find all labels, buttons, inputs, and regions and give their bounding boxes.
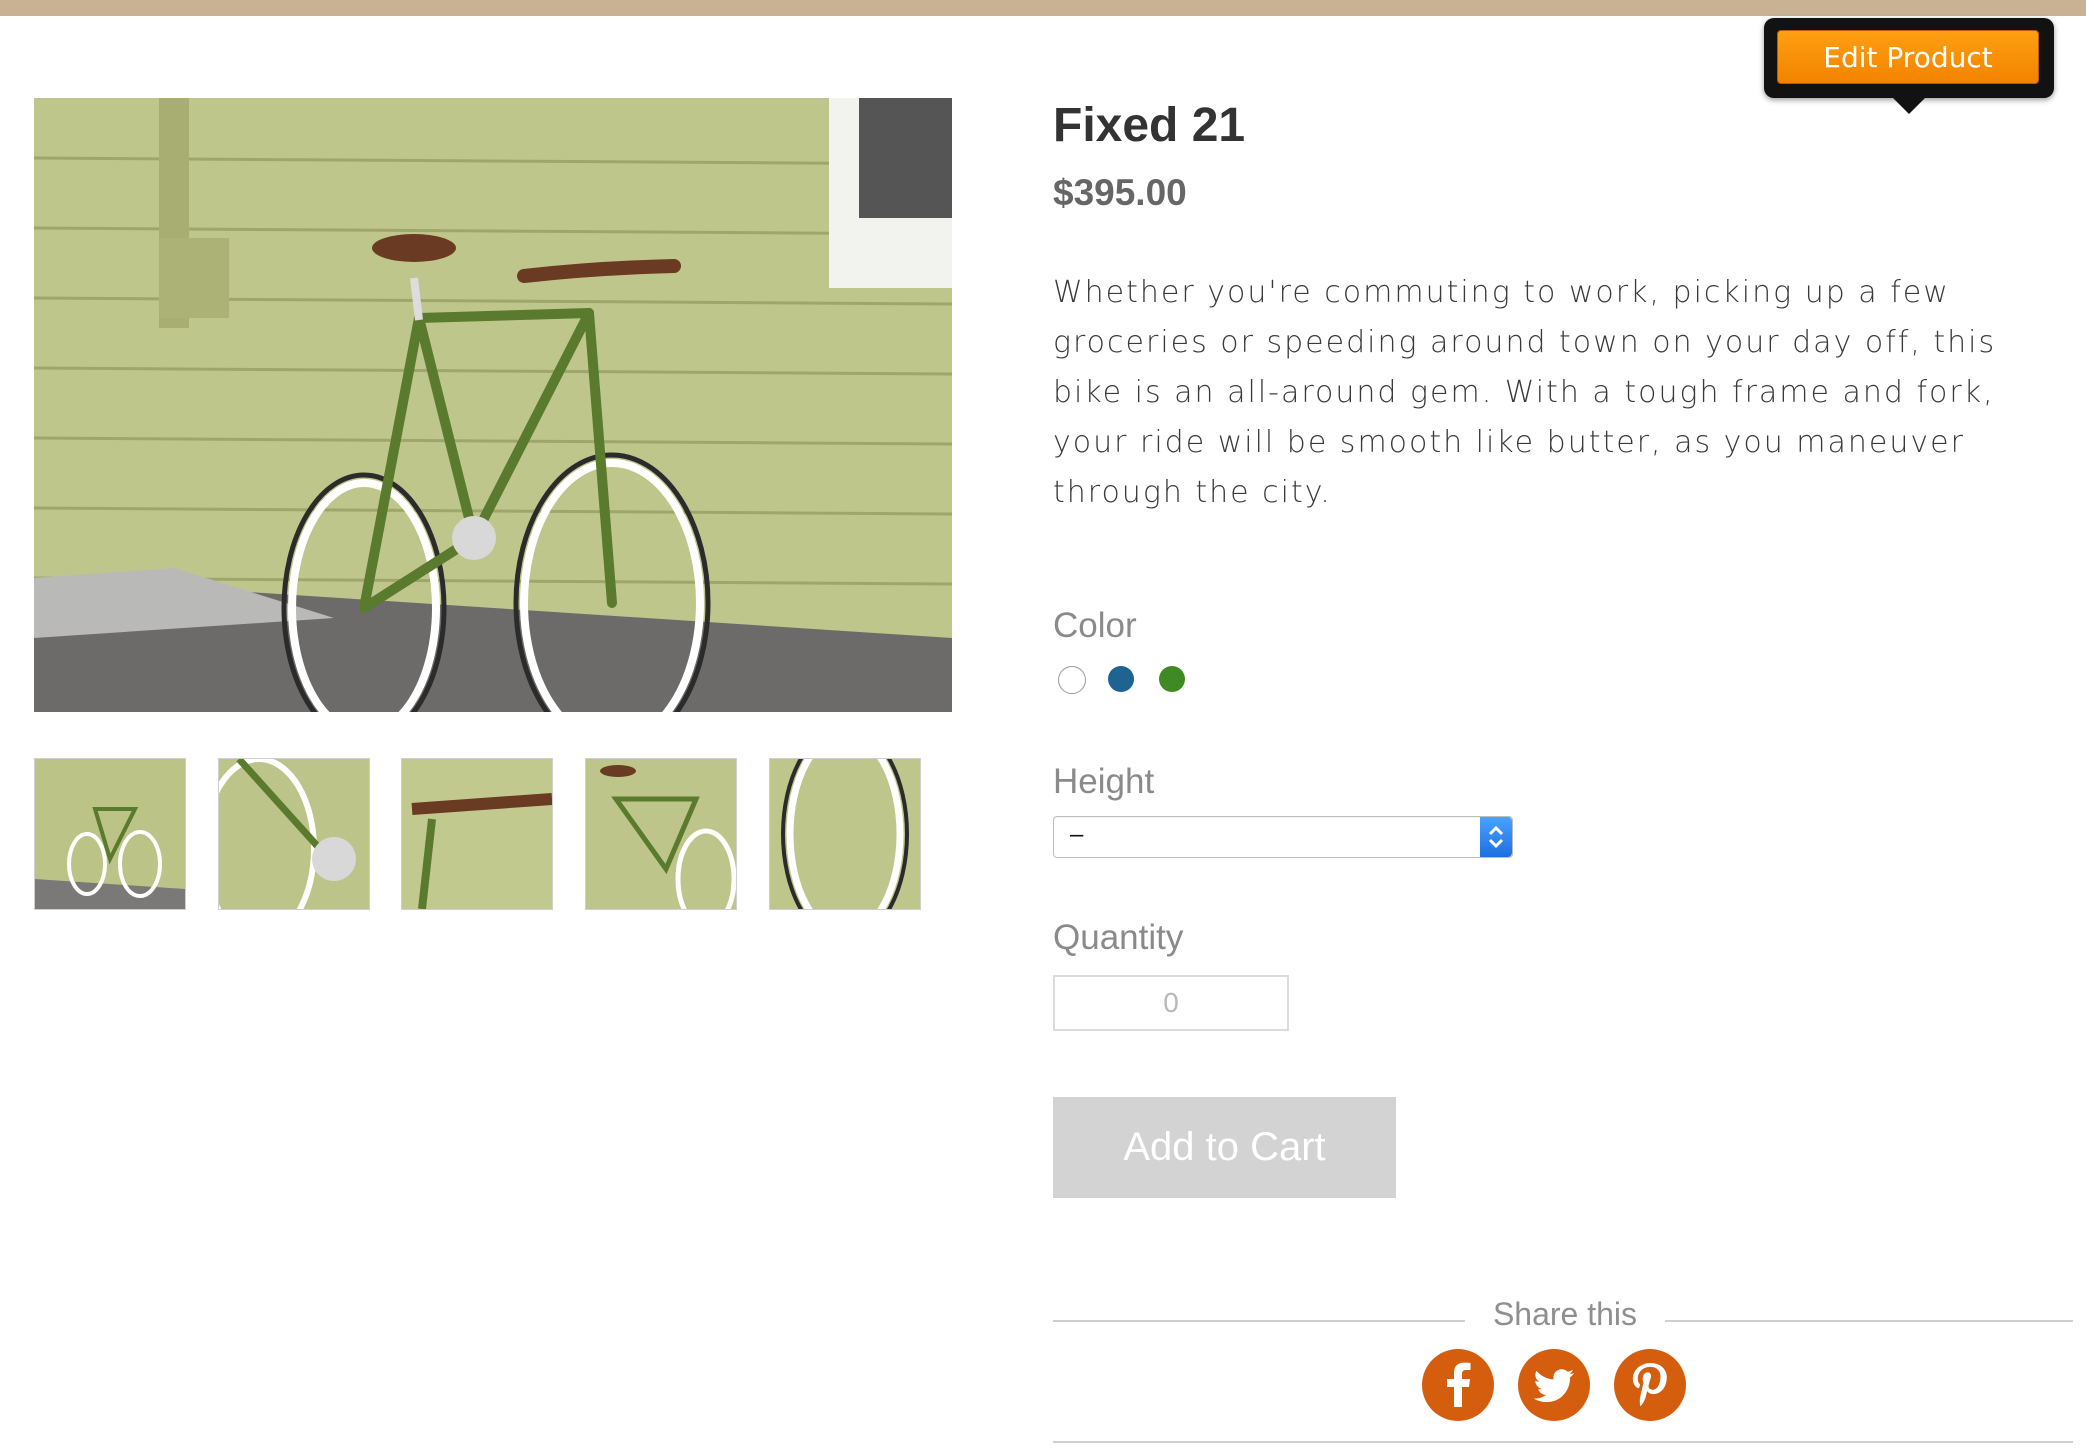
thumbnail-4[interactable] — [585, 758, 737, 910]
edit-product-tooltip: Edit Product — [1764, 18, 2054, 114]
bottom-divider — [1053, 1441, 2073, 1443]
quantity-label: Quantity — [1053, 918, 1184, 957]
height-select[interactable]: – — [1053, 816, 1513, 858]
thumbnail-strip — [34, 758, 952, 910]
add-to-cart-button[interactable]: Add to Cart — [1053, 1097, 1396, 1198]
color-swatch-blue[interactable] — [1108, 666, 1134, 692]
quantity-input[interactable] — [1053, 975, 1289, 1031]
facebook-icon[interactable] — [1422, 1349, 1494, 1421]
product-title: Fixed 21 — [1053, 99, 1246, 152]
edit-product-button[interactable]: Edit Product — [1777, 30, 2039, 84]
pinterest-icon[interactable] — [1614, 1349, 1686, 1421]
thumbnail-3[interactable] — [401, 758, 553, 910]
color-swatch-white[interactable] — [1058, 666, 1086, 694]
twitter-icon[interactable] — [1518, 1349, 1590, 1421]
select-arrows-icon — [1480, 817, 1512, 857]
color-swatch-green[interactable] — [1159, 666, 1185, 692]
share-divider-left — [1053, 1320, 1465, 1322]
share-label: Share this — [1492, 1296, 1638, 1332]
share-divider-right — [1665, 1320, 2073, 1322]
color-label: Color — [1053, 606, 1137, 645]
thumbnail-1[interactable] — [34, 758, 186, 910]
thumbnail-2[interactable] — [218, 758, 370, 910]
height-select-value: – — [1070, 821, 1084, 848]
product-price: $395.00 — [1053, 172, 1187, 213]
height-label: Height — [1053, 762, 1155, 801]
product-main-image — [34, 98, 952, 712]
product-description: Whether you're commuting to work, pickin… — [1053, 275, 1997, 510]
top-accent-strip — [0, 0, 2086, 16]
thumbnail-5[interactable] — [769, 758, 921, 910]
